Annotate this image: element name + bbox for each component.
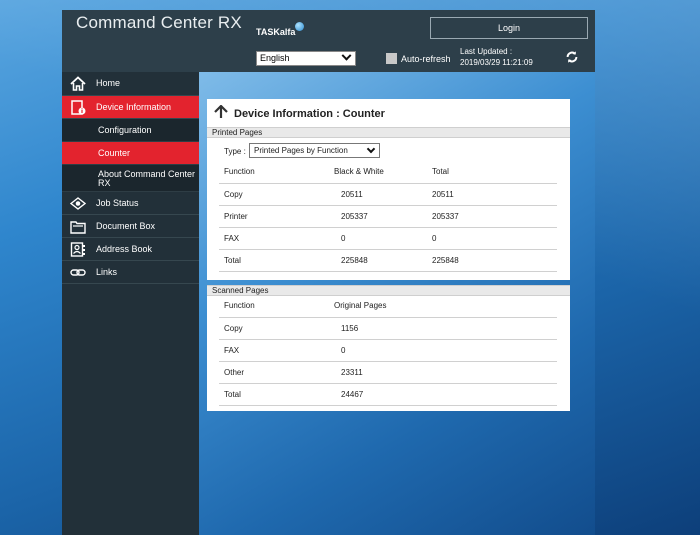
chevron-down-icon — [341, 50, 352, 61]
sidebar-item-counter[interactable]: Counter — [62, 142, 199, 165]
arrow-up-icon[interactable] — [213, 105, 229, 119]
sidebar-item-label: Device Information — [96, 102, 172, 112]
sidebar-item-address-book[interactable]: Address Book — [62, 238, 199, 261]
last-updated: Last Updated : 2019/03/29 11:21:09 — [460, 46, 533, 68]
refresh-icon[interactable] — [565, 50, 579, 64]
checkbox-icon[interactable] — [386, 53, 397, 64]
sidebar-item-label: Links — [96, 267, 118, 277]
table-cell: 23311 — [329, 361, 557, 384]
table-cell: 0 — [329, 227, 427, 250]
column-header: Function — [219, 295, 329, 318]
table-row: Copy 20511 20511 — [219, 183, 557, 206]
table-cell: FAX — [219, 227, 329, 250]
header: Command Center RX TASKalfa Login English… — [62, 10, 595, 72]
page-title: Device Information : Counter — [213, 105, 385, 120]
table-cell: 1156 — [329, 317, 557, 340]
table-cell: 225848 — [329, 249, 427, 272]
sidebar-item-about[interactable]: About Command Center RX — [62, 165, 199, 192]
login-button[interactable]: Login — [430, 17, 588, 39]
sidebar-item-label: Job Status — [96, 198, 139, 208]
sidebar-item-job-status[interactable]: Job Status — [62, 192, 199, 215]
table-cell: FAX — [219, 339, 329, 362]
model-name: TASKalfa — [256, 27, 296, 37]
sidebar-item-device-information[interactable]: Device Information — [62, 96, 199, 119]
home-icon — [70, 76, 86, 91]
table-row: FAX 0 — [219, 339, 557, 362]
printed-pages-panel: Device Information : Counter Printed Pag… — [207, 99, 570, 280]
auto-refresh-label: Auto-refresh — [401, 54, 451, 64]
table-header-row: Function Black & White Total — [219, 161, 557, 184]
sidebar-item-label: Home — [96, 78, 121, 88]
table-cell: 205337 — [427, 205, 557, 228]
table-row: Total 24467 — [219, 383, 557, 406]
sidebar-item-home[interactable]: Home — [62, 72, 199, 96]
printed-pages-header: Printed Pages — [207, 127, 570, 138]
eye-icon — [70, 197, 86, 210]
scanned-pages-table: Function Original Pages Copy 1156 FAX 0 … — [219, 295, 557, 406]
language-value: English — [260, 53, 290, 63]
table-header-row: Function Original Pages — [219, 295, 557, 318]
table-cell: 0 — [427, 227, 557, 250]
table-cell: Total — [219, 383, 329, 406]
table-row: Other 23311 — [219, 361, 557, 384]
column-header: Total — [427, 161, 557, 184]
table-cell: Printer — [219, 205, 329, 228]
language-select[interactable]: English — [256, 50, 356, 66]
sidebar-item-links[interactable]: Links — [62, 261, 199, 284]
auto-refresh-toggle[interactable]: Auto-refresh — [386, 53, 451, 64]
table-cell: Other — [219, 361, 329, 384]
link-icon — [70, 269, 86, 276]
last-updated-label: Last Updated : — [460, 47, 513, 56]
table-cell: Copy — [219, 317, 329, 340]
sidebar-item-configuration[interactable]: Configuration — [62, 119, 199, 142]
table-cell: 20511 — [329, 183, 427, 206]
model-logo: TASKalfa — [256, 22, 305, 37]
address-book-icon — [70, 242, 85, 257]
table-cell: 24467 — [329, 383, 557, 406]
table-row: Printer 205337 205337 — [219, 205, 557, 228]
table-cell: Total — [219, 249, 329, 272]
column-header: Black & White — [329, 161, 427, 184]
column-header: Original Pages — [329, 295, 557, 318]
page-title-text: Device Information : Counter — [234, 108, 385, 120]
column-header: Function — [219, 161, 329, 184]
sidebar-item-document-box[interactable]: Document Box — [62, 215, 199, 238]
table-row: Copy 1156 — [219, 317, 557, 340]
table-cell: Copy — [219, 183, 329, 206]
sidebar: Home Device Information Configuration Co… — [62, 72, 199, 535]
sidebar-item-label: Document Box — [96, 221, 156, 231]
table-row: FAX 0 0 — [219, 227, 557, 250]
table-cell: 0 — [329, 339, 557, 362]
sidebar-item-label: Address Book — [96, 244, 153, 254]
type-select[interactable]: Printed Pages by Function — [249, 143, 380, 158]
scanned-pages-panel: Scanned Pages Function Original Pages Co… — [207, 285, 570, 411]
last-updated-value: 2019/03/29 11:21:09 — [460, 58, 533, 67]
chevron-down-icon — [366, 144, 376, 154]
globe-icon — [295, 22, 305, 31]
document-box-icon — [70, 221, 86, 234]
device-info-icon — [71, 100, 86, 115]
type-select-value: Printed Pages by Function — [254, 146, 348, 155]
table-cell: 225848 — [427, 249, 557, 272]
app-frame: Command Center RX TASKalfa Login English… — [62, 10, 595, 535]
printed-pages-table: Function Black & White Total Copy 20511 … — [219, 161, 557, 272]
type-label: Type : — [224, 147, 246, 156]
table-cell: 205337 — [329, 205, 427, 228]
table-row: Total 225848 225848 — [219, 249, 557, 272]
table-cell: 20511 — [427, 183, 557, 206]
main-content: Device Information : Counter Printed Pag… — [199, 72, 595, 535]
brand-title: Command Center RX — [76, 13, 242, 32]
